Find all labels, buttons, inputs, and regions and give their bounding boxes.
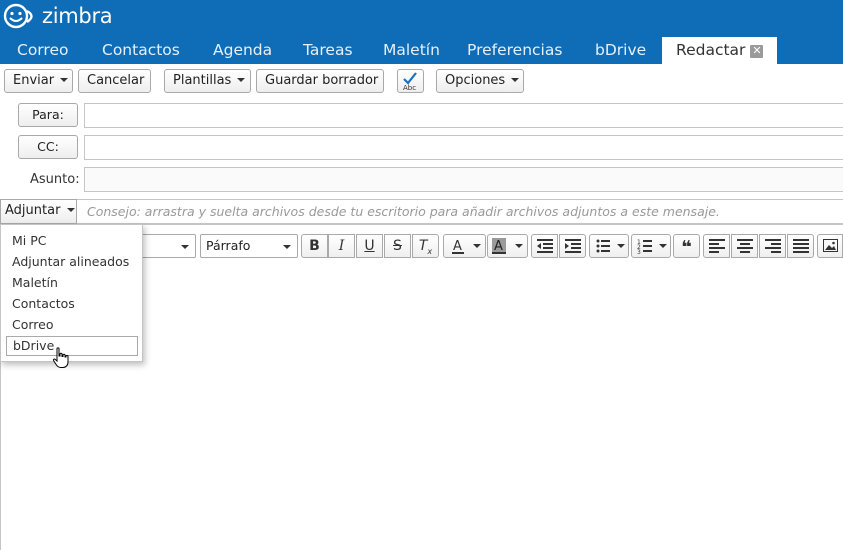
align-left-button[interactable]: [703, 234, 730, 258]
spellcheck-label: Abc: [403, 84, 416, 92]
chevron-down-icon: [283, 245, 291, 249]
subject-label: Asunto:: [30, 172, 80, 187]
app-tabs: Correo Contactos Agenda Tareas Maletín P…: [0, 37, 843, 64]
tab-tareas[interactable]: Tareas: [303, 37, 353, 64]
blockquote-button[interactable]: ❝: [673, 234, 700, 258]
to-field[interactable]: [84, 103, 843, 128]
bullet-list-icon: [596, 239, 625, 253]
save-draft-button[interactable]: Guardar borrador: [256, 69, 384, 93]
attach-menu: Mi PC Adjuntar alineados Maletín Contact…: [0, 224, 143, 362]
options-button[interactable]: Opciones: [436, 69, 524, 93]
cc-button[interactable]: CC:: [18, 135, 78, 159]
tab-preferencias[interactable]: Preferencias: [467, 37, 562, 64]
attach-button[interactable]: Adjuntar: [0, 199, 77, 224]
insert-image-button[interactable]: [817, 234, 843, 258]
to-button[interactable]: Para:: [18, 103, 78, 127]
indent-icon: [564, 239, 581, 253]
tab-redactar-label: Redactar: [676, 41, 746, 59]
hand-cursor-icon: [52, 347, 69, 368]
attachment-hint: Consejo: arrastra y suelta archivos desd…: [87, 204, 720, 219]
menu-item-maletin[interactable]: Maletín: [12, 275, 58, 290]
outdent-button[interactable]: [531, 234, 558, 258]
header-bar: zimbra Correo Contactos Agenda Tareas Ma…: [0, 0, 843, 64]
paragraph-format-label: Párrafo: [206, 238, 251, 253]
templates-button[interactable]: Plantillas: [164, 69, 251, 93]
insert-image-icon: [822, 239, 838, 252]
menu-item-bdrive[interactable]: bDrive: [6, 336, 138, 356]
attach-label: Adjuntar: [5, 203, 61, 218]
chevron-down-icon: [237, 78, 246, 82]
bold-icon: B: [309, 238, 320, 254]
spellcheck-button[interactable]: Abc: [397, 69, 424, 93]
numbered-list-button[interactable]: 1 2 3: [631, 234, 671, 258]
send-label: Enviar: [13, 73, 55, 88]
chevron-down-icon: [181, 245, 189, 249]
tab-correo[interactable]: Correo: [17, 37, 68, 64]
clear-format-icon: Tx: [418, 238, 433, 256]
svg-text:3: 3: [637, 249, 641, 256]
chevron-down-icon: [511, 78, 520, 82]
chevron-down-icon: [60, 78, 69, 82]
bullet-list-button[interactable]: [589, 234, 629, 258]
zimbra-logo[interactable]: zimbra: [3, 3, 113, 29]
svg-text:A: A: [453, 239, 462, 254]
brand-name: zimbra: [42, 4, 113, 28]
font-color-button[interactable]: A: [443, 234, 486, 258]
menu-item-adjuntar-alineados[interactable]: Adjuntar alineados: [12, 254, 129, 269]
strikethrough-button[interactable]: S: [384, 234, 411, 258]
indent-button[interactable]: [559, 234, 586, 258]
italic-button[interactable]: I: [328, 234, 355, 258]
highlight-color-button[interactable]: A: [487, 234, 528, 258]
cancel-button[interactable]: Cancelar: [78, 69, 151, 93]
outdent-icon: [536, 239, 553, 253]
align-justify-button[interactable]: [787, 234, 814, 258]
bold-button[interactable]: B: [301, 234, 328, 258]
clear-format-button[interactable]: Tx: [412, 234, 439, 258]
align-right-icon: [764, 239, 781, 253]
font-color-icon: A: [452, 239, 481, 254]
close-icon[interactable]: ✕: [750, 45, 764, 58]
spellcheck-icon: Abc: [403, 72, 417, 92]
blockquote-icon: ❝: [681, 237, 692, 258]
tab-agenda[interactable]: Agenda: [213, 37, 272, 64]
chevron-down-icon: [67, 208, 76, 212]
font-family-select[interactable]: [140, 234, 196, 258]
paragraph-format-select[interactable]: Párrafo: [200, 234, 298, 258]
subject-field[interactable]: [84, 167, 843, 192]
italic-icon: I: [338, 238, 345, 254]
options-label: Opciones: [445, 73, 506, 88]
menu-item-correo[interactable]: Correo: [12, 317, 54, 332]
align-left-icon: [708, 239, 725, 253]
align-center-icon: [736, 239, 753, 253]
highlight-color-icon: A: [492, 238, 523, 254]
align-right-button[interactable]: [759, 234, 786, 258]
align-center-button[interactable]: [731, 234, 758, 258]
tab-contactos[interactable]: Contactos: [102, 37, 180, 64]
svg-text:A: A: [494, 239, 503, 254]
templates-label: Plantillas: [173, 73, 232, 88]
tab-maletin[interactable]: Maletín: [383, 37, 440, 64]
tab-redactar[interactable]: Redactar ✕: [662, 37, 778, 64]
send-button[interactable]: Enviar: [4, 69, 73, 93]
align-justify-icon: [792, 239, 809, 253]
compose-window: zimbra Correo Contactos Agenda Tareas Ma…: [0, 0, 843, 550]
numbered-list-icon: 1 2 3: [637, 239, 667, 256]
zimbra-logo-icon: [3, 3, 33, 29]
tab-bdrive[interactable]: bDrive: [595, 37, 646, 64]
underline-icon: U: [364, 238, 375, 254]
underline-button[interactable]: U: [356, 234, 383, 258]
menu-item-contactos[interactable]: Contactos: [12, 296, 75, 311]
menu-item-mi-pc[interactable]: Mi PC: [12, 233, 47, 248]
cc-field[interactable]: [84, 135, 843, 160]
strikethrough-icon: S: [393, 238, 402, 254]
